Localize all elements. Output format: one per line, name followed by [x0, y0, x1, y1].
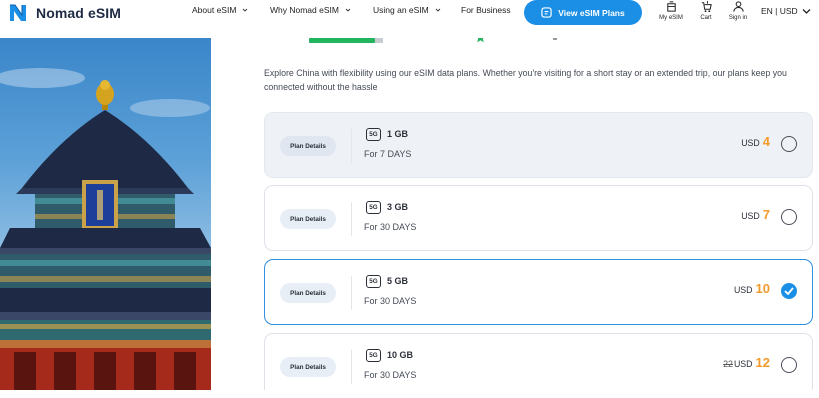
- plan-price: USD 7: [741, 207, 770, 222]
- card-divider: [351, 276, 352, 310]
- language-currency-selector[interactable]: EN | USD: [761, 6, 811, 16]
- 5g-badge-icon: 5G: [366, 128, 381, 141]
- nav-label: For Business: [461, 5, 511, 15]
- page-bottom-edge: [0, 390, 819, 398]
- language-label: EN | USD: [761, 6, 798, 16]
- cart-icon: [701, 0, 712, 13]
- sign-in-link[interactable]: Sign in: [723, 0, 753, 21]
- plan-duration: For 30 DAYS: [364, 222, 417, 232]
- price-amount: 12: [755, 355, 770, 370]
- price-amount: 7: [762, 207, 770, 222]
- plan-data-amount: 1 GB: [387, 129, 409, 139]
- plan-card-1gb[interactable]: Plan Details 5G 1 GB For 7 DAYS USD 4: [264, 112, 813, 178]
- price-amount: 10: [755, 281, 770, 296]
- 5g-badge-icon: 5G: [366, 201, 381, 214]
- plan-details-button[interactable]: Plan Details: [280, 209, 336, 229]
- view-esim-plans-button[interactable]: View eSIM Plans: [524, 0, 642, 25]
- chevron-down-icon: [345, 8, 351, 12]
- plan-duration: For 30 DAYS: [364, 296, 417, 306]
- trust-rating-strip: [309, 32, 609, 44]
- nav-label: Why Nomad eSIM: [270, 5, 339, 15]
- cart-link[interactable]: Cart: [691, 0, 721, 21]
- card-divider: [351, 129, 352, 163]
- plan-price: USD 4: [741, 134, 770, 149]
- esim-chip-icon: [541, 7, 552, 18]
- nav-label: About eSIM: [192, 5, 237, 15]
- rating-bar-filled: [309, 38, 375, 43]
- cart-label: Cart: [700, 15, 712, 21]
- card-divider: [351, 202, 352, 236]
- plan-card-5gb[interactable]: Plan Details 5G 5 GB For 30 DAYS USD 10: [264, 259, 813, 325]
- my-esim-link[interactable]: My eSIM: [656, 0, 686, 21]
- plans-intro-text: Explore China with flexibility using our…: [264, 68, 787, 92]
- my-esim-label: My eSIM: [659, 15, 683, 21]
- chevron-down-icon: [435, 8, 441, 12]
- nav-label: Using an eSIM: [373, 5, 429, 15]
- plan-select-radio-checked[interactable]: [781, 283, 797, 299]
- plan-card-10gb[interactable]: Plan Details 5G 10 GB For 30 DAYS 22 USD…: [264, 333, 813, 398]
- checkmark-icon: [784, 287, 794, 295]
- price-currency: USD: [741, 211, 760, 221]
- rating-bar-empty: [375, 38, 383, 43]
- sign-in-label: Sign in: [728, 15, 748, 21]
- brand-logo[interactable]: Nomad eSIM: [7, 3, 121, 23]
- plan-select-radio[interactable]: [781, 136, 797, 152]
- nav-using-an-esim[interactable]: Using an eSIM: [373, 5, 441, 15]
- user-icon: [732, 1, 744, 12]
- price-currency: USD: [733, 285, 753, 295]
- card-divider: [351, 350, 352, 384]
- 5g-badge-icon: 5G: [366, 275, 381, 288]
- plan-data-amount: 5 GB: [387, 276, 409, 286]
- price-amount: 4: [762, 134, 770, 149]
- plan-card-3gb[interactable]: Plan Details 5G 3 GB For 30 DAYS USD 7: [264, 185, 813, 251]
- nav-for-business[interactable]: For Business: [461, 5, 511, 15]
- plan-details-button[interactable]: Plan Details: [280, 283, 336, 303]
- plan-data-amount: 10 GB: [387, 350, 414, 360]
- rating-mark: [553, 38, 557, 40]
- chevron-down-icon: [243, 8, 248, 12]
- plan-details-button[interactable]: Plan Details: [280, 357, 336, 377]
- plan-duration: For 7 DAYS: [364, 149, 412, 159]
- price-currency: USD: [741, 138, 760, 148]
- plan-select-radio[interactable]: [781, 209, 797, 225]
- nav-why-nomad-esim[interactable]: Why Nomad eSIM: [270, 5, 351, 15]
- plans-section: Explore China with flexibility using our…: [211, 32, 819, 398]
- site-header: Nomad eSIM About eSIM Why Nomad eSIM Usi…: [0, 0, 819, 38]
- plan-price: USD 10: [734, 281, 770, 296]
- sim-icon: [666, 1, 676, 12]
- price-currency: USD: [733, 359, 753, 369]
- plan-duration: For 30 DAYS: [364, 370, 417, 380]
- china-temple-hero-image: [0, 38, 211, 390]
- plan-select-radio[interactable]: [781, 357, 797, 373]
- price-original-strikethrough: 22: [723, 359, 733, 369]
- plan-data-amount: 3 GB: [387, 202, 409, 212]
- brand-name: Nomad eSIM: [36, 5, 122, 21]
- nomad-logo-icon: [10, 4, 26, 21]
- cta-label: View eSIM Plans: [558, 7, 625, 18]
- temple-illustration: [0, 68, 211, 390]
- plan-price: 22 USD 12: [723, 355, 770, 370]
- plan-details-button[interactable]: Plan Details: [280, 136, 336, 156]
- nav-about-esim[interactable]: About eSIM: [192, 5, 248, 15]
- 5g-badge-icon: 5G: [366, 349, 381, 362]
- chevron-down-icon: [802, 8, 811, 14]
